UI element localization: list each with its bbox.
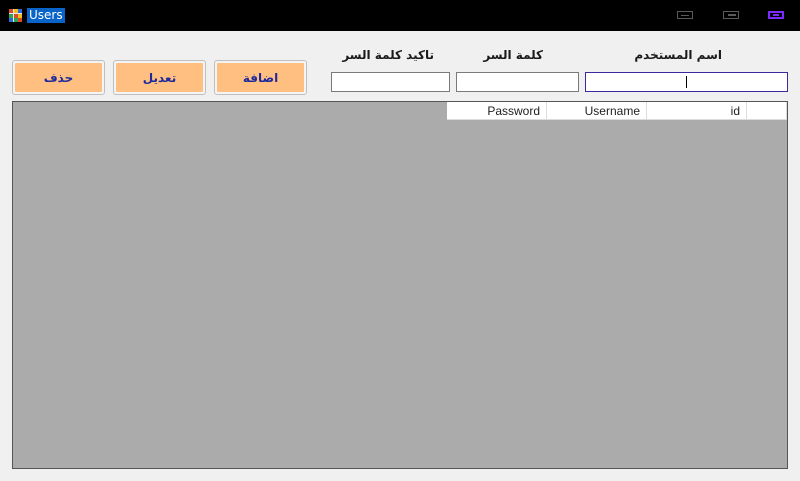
add-button-frame: اضافة	[214, 60, 307, 95]
confirm-password-label: تاكيد كلمة السر	[342, 48, 434, 62]
grid-header-row: Password Username id	[447, 102, 787, 120]
column-header-id[interactable]: id	[647, 102, 747, 120]
username-label: اسم المستخدم	[634, 48, 722, 62]
delete-button[interactable]: حذف	[15, 63, 102, 92]
text-caret	[686, 76, 687, 88]
password-label: كلمة السر	[483, 48, 543, 62]
title-bar: Users	[0, 0, 800, 31]
edit-button[interactable]: تعديل	[116, 63, 203, 92]
maximize-icon[interactable]	[723, 11, 739, 19]
password-field[interactable]	[456, 72, 579, 92]
row-header-corner	[747, 102, 787, 120]
delete-button-frame: حذف	[12, 60, 105, 95]
window-title: Users	[27, 8, 65, 23]
close-icon[interactable]	[768, 11, 784, 19]
username-field[interactable]	[585, 72, 788, 92]
add-button[interactable]: اضافة	[217, 63, 304, 92]
confirm-password-field[interactable]	[331, 72, 450, 92]
users-data-grid[interactable]: Password Username id	[12, 101, 788, 469]
column-header-password[interactable]: Password	[447, 102, 547, 120]
app-grid-icon[interactable]	[9, 9, 22, 22]
column-header-username[interactable]: Username	[547, 102, 647, 120]
minimize-icon[interactable]	[677, 11, 693, 19]
edit-button-frame: تعديل	[113, 60, 206, 95]
